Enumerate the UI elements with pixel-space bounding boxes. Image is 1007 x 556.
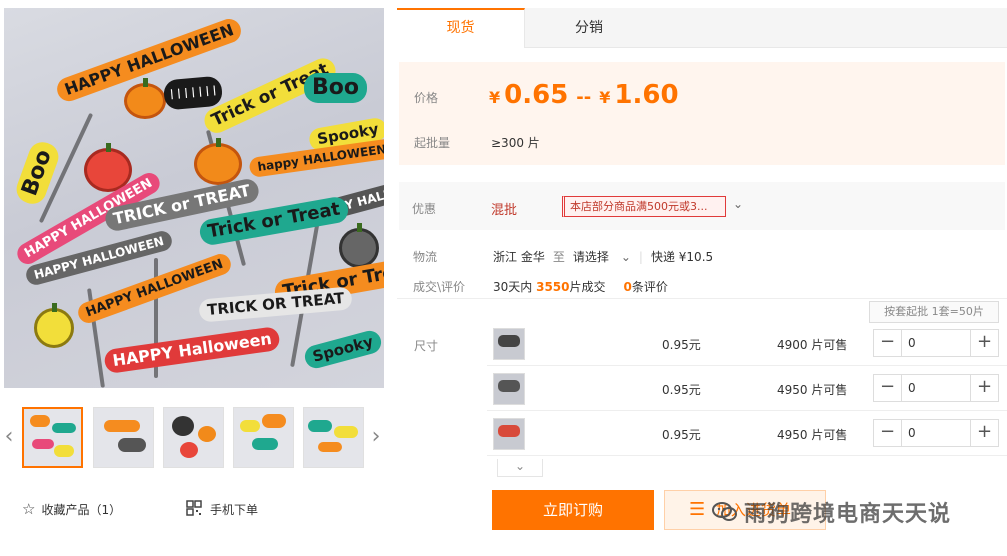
sku-thumbnail[interactable] <box>493 373 525 405</box>
chevron-down-icon: ⌄ <box>620 249 631 264</box>
plus-button[interactable]: + <box>970 330 998 356</box>
reviews-suffix: 条评价 <box>631 280 668 294</box>
price-box: 价格 ¥ 0.65 -- ¥ 1.60 起批量 ≥300 片 <box>399 62 1005 165</box>
watermark-text: 雨狗跨境电商天天说 <box>744 502 952 527</box>
store-promo-tag[interactable]: 本店部分商品满500元或3... <box>562 196 726 217</box>
thumbnail-5[interactable] <box>303 407 364 468</box>
promo-label: 优惠 <box>412 202 437 216</box>
ship-origin: 浙江 金华 <box>493 250 545 264</box>
sku-stock: 4950 片可售 <box>777 428 848 442</box>
mobile-order[interactable]: 手机下单 <box>186 500 258 519</box>
plus-button[interactable]: + <box>970 420 998 446</box>
offer-tabs: 现货 分销 <box>397 8 1007 48</box>
thumbnail-3[interactable] <box>163 407 224 468</box>
minus-button[interactable]: − <box>874 330 902 356</box>
topper-boo: Boo <box>12 138 63 208</box>
chevron-down-icon: ⌄ <box>514 459 526 473</box>
logistics-label: 物流 <box>413 250 438 264</box>
moq-value: ≥300 片 <box>491 136 540 150</box>
sku-stock: 4950 片可售 <box>777 383 848 397</box>
quantity-stepper: − + <box>873 329 999 357</box>
deals-row: 成交\评价 30天内 3550片成交 0条评价 <box>413 278 668 295</box>
mixed-batch-link[interactable]: 混批 <box>491 199 517 218</box>
price-label: 价格 <box>414 91 439 105</box>
sku-thumbnail[interactable] <box>493 418 525 450</box>
thumbnail-strip: ‹ › <box>0 404 390 470</box>
tab-spot[interactable]: 现货 <box>397 8 525 48</box>
thumbnail-1[interactable] <box>22 407 83 468</box>
destination-select-value: 请选择 <box>572 250 609 264</box>
watermark: 雨狗跨境电商天天说 <box>712 496 951 528</box>
order-now-button[interactable]: 立即订购 <box>492 490 654 530</box>
deals-unit: 片成交 <box>569 280 606 294</box>
sku-price: 0.95元 <box>662 428 701 442</box>
wechat-icon <box>712 501 738 523</box>
minus-button[interactable]: − <box>874 375 902 401</box>
deals-count: 3550 <box>536 280 570 294</box>
topper-boo: Boo <box>304 73 367 103</box>
thumb-next-arrow[interactable]: › <box>369 422 383 452</box>
quantity-input[interactable] <box>902 375 970 401</box>
sku-price: 0.95元 <box>662 383 701 397</box>
topper-happy-halloween-red: HAPPY Halloween <box>103 325 282 375</box>
tab-distribution[interactable]: 分销 <box>525 8 653 48</box>
sku-thumbnail[interactable] <box>493 328 525 360</box>
ship-to-label: 至 <box>552 250 565 264</box>
pumpkin-topper <box>124 78 166 119</box>
sku-price: 0.95元 <box>662 338 701 352</box>
list-icon: ☰ <box>689 499 706 520</box>
minus-button[interactable]: − <box>874 420 902 446</box>
size-label: 尺寸 <box>414 339 439 353</box>
deals-label: 成交\评价 <box>413 280 466 294</box>
currency-symbol: ¥ <box>489 88 501 107</box>
reviews-count[interactable]: 0 <box>624 280 632 294</box>
destination-select[interactable]: 请选择 ⌄ <box>573 248 631 265</box>
express-fee: 快递 ¥10.5 <box>650 250 714 264</box>
thumbnail-2[interactable] <box>93 407 154 468</box>
chevron-down-icon[interactable]: ⌄ <box>733 197 743 211</box>
pumpkin-topper <box>194 138 242 185</box>
logistics-row: 物流 浙江 金华 至 请选择 ⌄ | 快递 ¥10.5 <box>413 248 713 265</box>
sku-row: 0.95元 4950 片可售 − + <box>487 411 1007 456</box>
price-range: ¥ 0.65 -- ¥ 1.60 <box>489 80 679 110</box>
expand-sku-button[interactable]: ⌄ <box>497 459 543 477</box>
thumb-prev-arrow[interactable]: ‹ <box>2 422 16 452</box>
qr-code-icon <box>186 500 202 519</box>
main-product-image[interactable]: HAPPY HALLOWEEN Boo | | | | | | | Trick … <box>4 8 384 388</box>
thumbnail-4[interactable] <box>233 407 294 468</box>
quantity-input[interactable] <box>902 420 970 446</box>
sku-row: 0.95元 4950 片可售 − + <box>487 366 1007 411</box>
topper-spooky-teal: Spooky <box>302 328 384 371</box>
quantity-stepper: − + <box>873 419 999 447</box>
price-max: 1.60 <box>614 80 679 110</box>
cat-topper <box>339 223 379 268</box>
divider: | <box>638 249 643 264</box>
mobile-order-label: 手机下单 <box>210 503 259 517</box>
price-separator: -- <box>576 87 592 108</box>
moq-label: 起批量 <box>414 136 451 150</box>
currency-symbol: ¥ <box>599 88 611 107</box>
sku-row: 0.95元 4900 片可售 − + <box>487 321 1007 366</box>
fence-topper: | | | | | | | <box>162 75 224 111</box>
sku-stock: 4900 片可售 <box>777 338 848 352</box>
quantity-input[interactable] <box>902 330 970 356</box>
set-batch-note: 按套起批 1套=50片 <box>869 301 999 323</box>
quantity-stepper: − + <box>873 374 999 402</box>
cat-topper-yellow <box>34 303 74 348</box>
star-icon: ☆ <box>22 500 36 518</box>
favorite-label: 收藏产品（1） <box>41 502 122 517</box>
promotion-row: 优惠 混批 本店部分商品满500元或3... ⌄ <box>399 182 1005 230</box>
sku-section: 按套起批 1套=50片 尺寸 0.95元 4900 片可售 − + 0.95元 … <box>397 298 1007 468</box>
price-min: 0.65 <box>504 80 569 110</box>
deals-prefix: 30天内 <box>493 280 533 294</box>
favorite-product[interactable]: ☆ 收藏产品（1） <box>22 500 121 518</box>
plus-button[interactable]: + <box>970 375 998 401</box>
